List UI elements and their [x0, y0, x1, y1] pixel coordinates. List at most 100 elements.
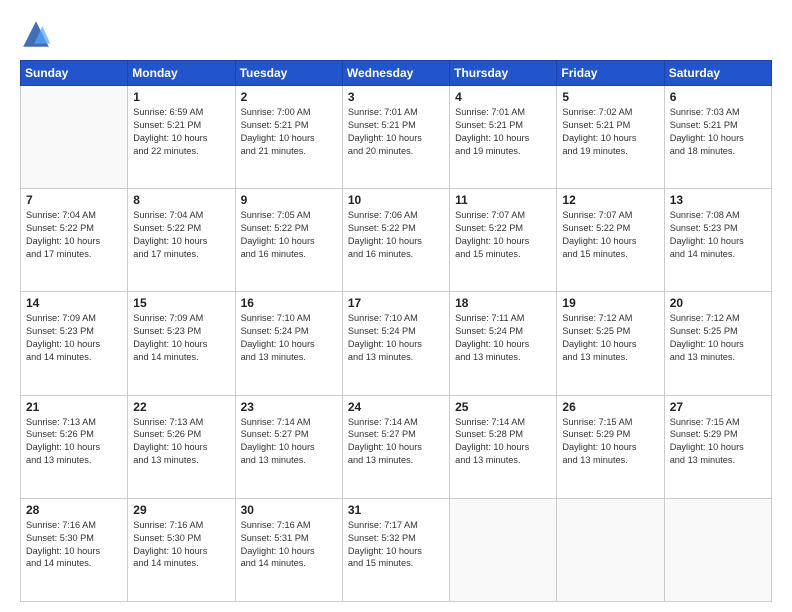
day-number: 14: [26, 296, 122, 310]
header: [20, 18, 772, 50]
day-cell: 12Sunrise: 7:07 AM Sunset: 5:22 PM Dayli…: [557, 189, 664, 292]
day-number: 26: [562, 400, 658, 414]
day-number: 25: [455, 400, 551, 414]
day-info: Sunrise: 7:05 AM Sunset: 5:22 PM Dayligh…: [241, 209, 337, 261]
day-cell: 2 Sunrise: 7:00 AM Sunset: 5:21 PM Daylig…: [235, 86, 342, 189]
weekday-header-tuesday: Tuesday: [235, 61, 342, 86]
day-cell: 5 Sunrise: 7:02 AM Sunset: 5:21 PM Daylig…: [557, 86, 664, 189]
day-cell: 6 Sunrise: 7:03 AM Sunset: 5:21 PM Daylig…: [664, 86, 771, 189]
weekday-header-friday: Friday: [557, 61, 664, 86]
day-number: 10: [348, 193, 444, 207]
day-info: Sunrise: 7:01 AM Sunset: 5:21 PM Dayligh…: [348, 106, 444, 158]
day-info: Sunrise: 7:03 AM Sunset: 5:21 PM Dayligh…: [670, 106, 766, 158]
day-info: Sunrise: 7:15 AM Sunset: 5:29 PM Dayligh…: [562, 416, 658, 468]
day-number: 31: [348, 503, 444, 517]
day-number: 1: [133, 90, 229, 104]
day-cell: 29Sunrise: 7:16 AM Sunset: 5:30 PM Dayli…: [128, 498, 235, 601]
day-cell: 20 Sunrise: 7:12 AM Sunset: 5:25 PM Dayli…: [664, 292, 771, 395]
weekday-header-thursday: Thursday: [450, 61, 557, 86]
day-info: Sunrise: 7:16 AM Sunset: 5:30 PM Dayligh…: [133, 519, 229, 571]
day-number: 30: [241, 503, 337, 517]
day-cell: 21 Sunrise: 7:13 AM Sunset: 5:26 PM Dayli…: [21, 395, 128, 498]
day-cell: 17Sunrise: 7:10 AM Sunset: 5:24 PM Dayli…: [342, 292, 449, 395]
week-row-5: 28 Sunrise: 7:16 AM Sunset: 5:30 PM Dayli…: [21, 498, 772, 601]
day-info: Sunrise: 6:59 AM Sunset: 5:21 PM Dayligh…: [133, 106, 229, 158]
day-cell: [557, 498, 664, 601]
day-info: Sunrise: 7:16 AM Sunset: 5:31 PM Dayligh…: [241, 519, 337, 571]
day-info: Sunrise: 7:07 AM Sunset: 5:22 PM Dayligh…: [562, 209, 658, 261]
day-number: 16: [241, 296, 337, 310]
day-cell: 19Sunrise: 7:12 AM Sunset: 5:25 PM Dayli…: [557, 292, 664, 395]
day-number: 18: [455, 296, 551, 310]
day-cell: 13 Sunrise: 7:08 AM Sunset: 5:23 PM Dayli…: [664, 189, 771, 292]
day-number: 17: [348, 296, 444, 310]
weekday-header-saturday: Saturday: [664, 61, 771, 86]
day-number: 2: [241, 90, 337, 104]
day-cell: 16 Sunrise: 7:10 AM Sunset: 5:24 PM Dayli…: [235, 292, 342, 395]
day-cell: [450, 498, 557, 601]
day-cell: 8Sunrise: 7:04 AM Sunset: 5:22 PM Daylig…: [128, 189, 235, 292]
day-number: 23: [241, 400, 337, 414]
weekday-header-wednesday: Wednesday: [342, 61, 449, 86]
day-cell: 31 Sunrise: 7:17 AM Sunset: 5:32 PM Dayli…: [342, 498, 449, 601]
day-cell: 18 Sunrise: 7:11 AM Sunset: 5:24 PM Dayli…: [450, 292, 557, 395]
day-number: 8: [133, 193, 229, 207]
page: SundayMondayTuesdayWednesdayThursdayFrid…: [0, 0, 792, 612]
day-info: Sunrise: 7:01 AM Sunset: 5:21 PM Dayligh…: [455, 106, 551, 158]
day-info: Sunrise: 7:02 AM Sunset: 5:21 PM Dayligh…: [562, 106, 658, 158]
week-row-3: 14 Sunrise: 7:09 AM Sunset: 5:23 PM Dayli…: [21, 292, 772, 395]
day-number: 20: [670, 296, 766, 310]
logo-icon: [20, 18, 52, 50]
day-info: Sunrise: 7:16 AM Sunset: 5:30 PM Dayligh…: [26, 519, 122, 571]
day-info: Sunrise: 7:15 AM Sunset: 5:29 PM Dayligh…: [670, 416, 766, 468]
day-info: Sunrise: 7:11 AM Sunset: 5:24 PM Dayligh…: [455, 312, 551, 364]
day-cell: 23 Sunrise: 7:14 AM Sunset: 5:27 PM Dayli…: [235, 395, 342, 498]
day-cell: 27 Sunrise: 7:15 AM Sunset: 5:29 PM Dayli…: [664, 395, 771, 498]
day-number: 6: [670, 90, 766, 104]
day-info: Sunrise: 7:14 AM Sunset: 5:27 PM Dayligh…: [348, 416, 444, 468]
day-info: Sunrise: 7:12 AM Sunset: 5:25 PM Dayligh…: [670, 312, 766, 364]
day-number: 3: [348, 90, 444, 104]
day-cell: 24 Sunrise: 7:14 AM Sunset: 5:27 PM Dayli…: [342, 395, 449, 498]
day-cell: 9 Sunrise: 7:05 AM Sunset: 5:22 PM Daylig…: [235, 189, 342, 292]
day-cell: 1 Sunrise: 6:59 AM Sunset: 5:21 PM Daylig…: [128, 86, 235, 189]
day-number: 22: [133, 400, 229, 414]
day-info: Sunrise: 7:13 AM Sunset: 5:26 PM Dayligh…: [26, 416, 122, 468]
day-cell: 3 Sunrise: 7:01 AM Sunset: 5:21 PM Daylig…: [342, 86, 449, 189]
day-cell: 26 Sunrise: 7:15 AM Sunset: 5:29 PM Dayli…: [557, 395, 664, 498]
day-cell: [21, 86, 128, 189]
day-number: 9: [241, 193, 337, 207]
day-number: 28: [26, 503, 122, 517]
day-cell: 10Sunrise: 7:06 AM Sunset: 5:22 PM Dayli…: [342, 189, 449, 292]
day-number: 13: [670, 193, 766, 207]
day-info: Sunrise: 7:00 AM Sunset: 5:21 PM Dayligh…: [241, 106, 337, 158]
day-info: Sunrise: 7:07 AM Sunset: 5:22 PM Dayligh…: [455, 209, 551, 261]
week-row-4: 21 Sunrise: 7:13 AM Sunset: 5:26 PM Dayli…: [21, 395, 772, 498]
day-cell: 30 Sunrise: 7:16 AM Sunset: 5:31 PM Dayli…: [235, 498, 342, 601]
day-number: 24: [348, 400, 444, 414]
day-number: 27: [670, 400, 766, 414]
day-info: Sunrise: 7:09 AM Sunset: 5:23 PM Dayligh…: [133, 312, 229, 364]
day-number: 4: [455, 90, 551, 104]
day-cell: 14 Sunrise: 7:09 AM Sunset: 5:23 PM Dayli…: [21, 292, 128, 395]
day-cell: 28 Sunrise: 7:16 AM Sunset: 5:30 PM Dayli…: [21, 498, 128, 601]
day-info: Sunrise: 7:13 AM Sunset: 5:26 PM Dayligh…: [133, 416, 229, 468]
day-info: Sunrise: 7:04 AM Sunset: 5:22 PM Dayligh…: [26, 209, 122, 261]
day-cell: 11Sunrise: 7:07 AM Sunset: 5:22 PM Dayli…: [450, 189, 557, 292]
day-cell: 7Sunrise: 7:04 AM Sunset: 5:22 PM Daylig…: [21, 189, 128, 292]
day-info: Sunrise: 7:10 AM Sunset: 5:24 PM Dayligh…: [241, 312, 337, 364]
day-info: Sunrise: 7:17 AM Sunset: 5:32 PM Dayligh…: [348, 519, 444, 571]
day-info: Sunrise: 7:12 AM Sunset: 5:25 PM Dayligh…: [562, 312, 658, 364]
week-row-2: 7Sunrise: 7:04 AM Sunset: 5:22 PM Daylig…: [21, 189, 772, 292]
day-info: Sunrise: 7:14 AM Sunset: 5:27 PM Dayligh…: [241, 416, 337, 468]
day-number: 5: [562, 90, 658, 104]
weekday-header-row: SundayMondayTuesdayWednesdayThursdayFrid…: [21, 61, 772, 86]
day-cell: 15 Sunrise: 7:09 AM Sunset: 5:23 PM Dayli…: [128, 292, 235, 395]
day-info: Sunrise: 7:14 AM Sunset: 5:28 PM Dayligh…: [455, 416, 551, 468]
day-info: Sunrise: 7:09 AM Sunset: 5:23 PM Dayligh…: [26, 312, 122, 364]
calendar-table: SundayMondayTuesdayWednesdayThursdayFrid…: [20, 60, 772, 602]
day-cell: 22 Sunrise: 7:13 AM Sunset: 5:26 PM Dayli…: [128, 395, 235, 498]
day-number: 15: [133, 296, 229, 310]
day-info: Sunrise: 7:08 AM Sunset: 5:23 PM Dayligh…: [670, 209, 766, 261]
day-number: 21: [26, 400, 122, 414]
